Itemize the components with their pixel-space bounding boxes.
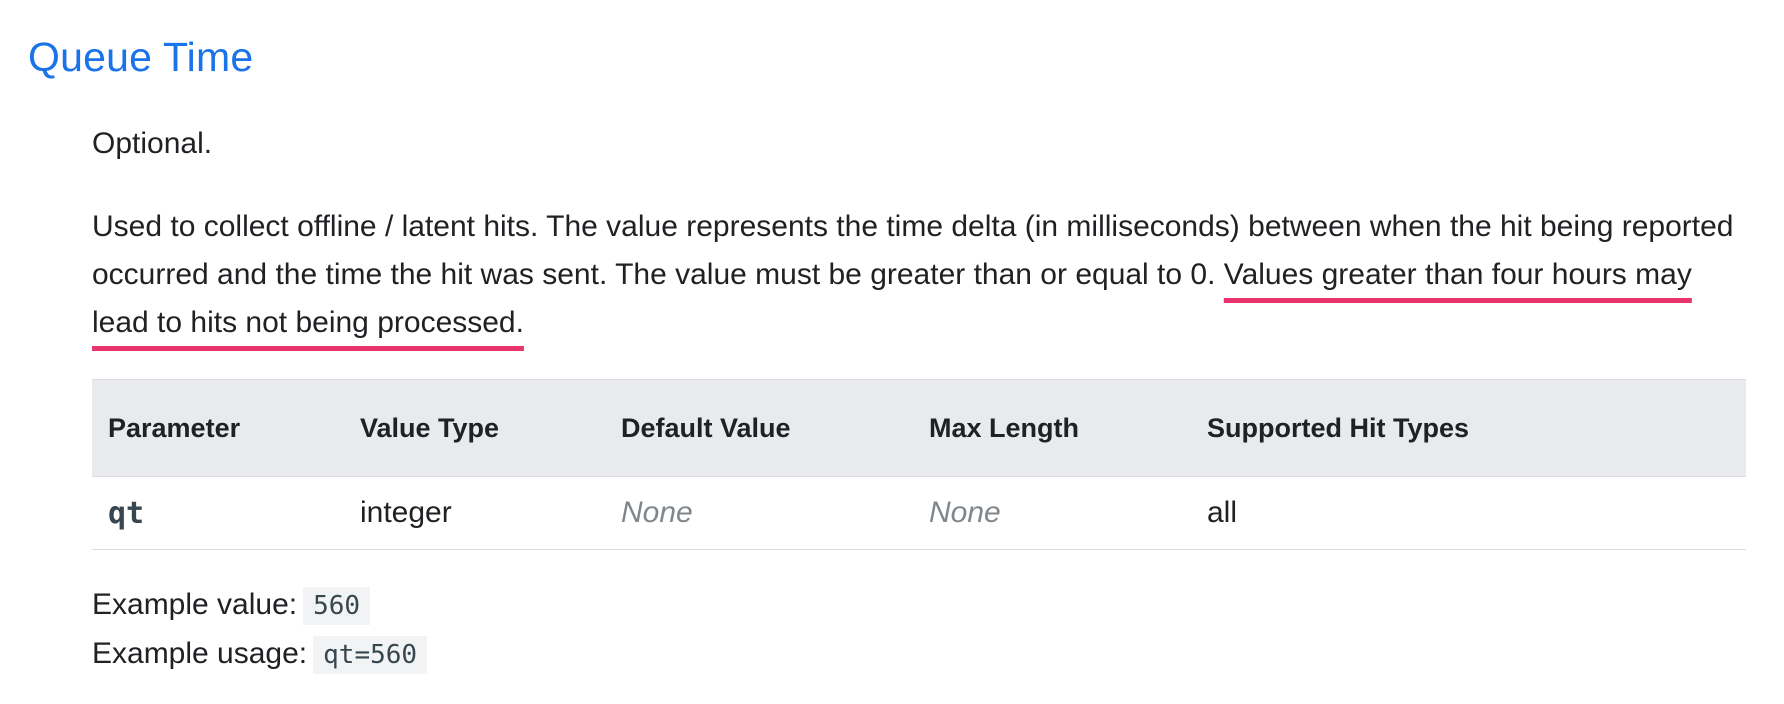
example-usage-line: Example usage: qt=560: [92, 632, 428, 677]
header-value-type: Value Type: [344, 379, 605, 477]
cell-value-type: integer: [344, 476, 605, 550]
header-parameter: Parameter: [92, 379, 344, 477]
cell-parameter: qt: [92, 476, 344, 550]
optional-label: Optional.: [92, 127, 213, 160]
table-header-row: Parameter Value Type Default Value Max L…: [92, 379, 1746, 477]
cell-default-value: None: [605, 476, 913, 550]
description: Used to collect offline / latent hits. T…: [92, 203, 1746, 347]
table-row: qt integer None None all: [92, 476, 1746, 550]
example-usage-label: Example usage:: [92, 637, 308, 670]
section-title: Queue Time: [28, 34, 254, 80]
cell-max-length: None: [913, 476, 1191, 550]
cell-supported-hit-types: all: [1191, 476, 1746, 550]
example-usage-code: qt=560: [313, 636, 428, 674]
example-value-line: Example value: 560: [92, 583, 371, 628]
example-value-code: 560: [303, 587, 371, 625]
example-value-label: Example value:: [92, 588, 298, 621]
header-max-length: Max Length: [913, 379, 1191, 477]
parameter-table: Parameter Value Type Default Value Max L…: [92, 379, 1746, 550]
header-default-value: Default Value: [605, 379, 913, 477]
header-supported-hit-types: Supported Hit Types: [1191, 379, 1746, 477]
